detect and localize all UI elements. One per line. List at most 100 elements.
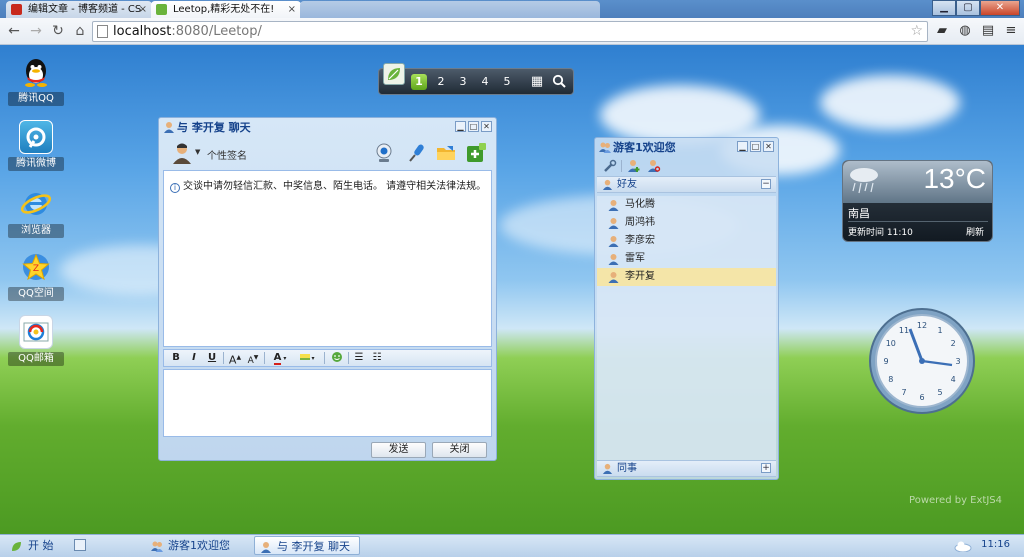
window-close-icon[interactable]: ✕ bbox=[980, 0, 1020, 16]
friend-item[interactable]: 李彦宏 bbox=[597, 232, 776, 250]
grid-icon[interactable]: ▦ bbox=[529, 74, 545, 90]
friend-item[interactable]: 马化腾 bbox=[597, 196, 776, 214]
desktop-icon-label: QQ邮箱 bbox=[8, 352, 64, 366]
browser-tab-blurred[interactable] bbox=[300, 1, 600, 18]
add-friend-icon[interactable] bbox=[627, 159, 641, 173]
minimize-icon[interactable]: ▁ bbox=[455, 121, 466, 132]
user-icon bbox=[608, 200, 619, 211]
collapse-icon[interactable]: − bbox=[761, 179, 771, 189]
workspace-page-2[interactable]: 2 bbox=[433, 74, 449, 90]
workspace-page-1[interactable]: 1 bbox=[411, 74, 427, 90]
forward-icon[interactable]: → bbox=[28, 23, 44, 39]
chevron-down-icon[interactable]: ▼ bbox=[195, 148, 200, 156]
home-icon[interactable]: ⌂ bbox=[72, 23, 88, 39]
workspace-page-3[interactable]: 3 bbox=[455, 74, 471, 90]
menu-icon[interactable]: ≡ bbox=[1003, 24, 1019, 38]
highlight-color-button[interactable]: ▾ bbox=[296, 351, 318, 365]
settings-wrench-icon[interactable] bbox=[603, 159, 617, 173]
close-icon[interactable]: ✕ bbox=[763, 141, 774, 152]
close-icon[interactable]: ✕ bbox=[481, 121, 492, 132]
friend-name: 李开复 bbox=[625, 271, 655, 282]
grow-font-button[interactable]: A▲ bbox=[228, 351, 242, 367]
ordered-list-icon[interactable]: ☰ bbox=[352, 351, 366, 365]
signature-text[interactable]: 个性签名 bbox=[207, 147, 247, 162]
clock-numeral: 5 bbox=[937, 388, 942, 397]
maximize-icon[interactable]: □ bbox=[468, 121, 479, 132]
friend-name: 周鸿祎 bbox=[625, 217, 655, 228]
message-input[interactable] bbox=[163, 369, 492, 437]
italic-button[interactable]: I bbox=[188, 351, 200, 365]
close-icon[interactable]: × bbox=[139, 1, 147, 18]
expand-icon[interactable]: + bbox=[761, 463, 771, 473]
desktop-icon-qzone[interactable]: Z QQ空间 bbox=[8, 250, 64, 301]
user-icon bbox=[608, 236, 619, 247]
desktop-icon-label: QQ空间 bbox=[8, 287, 64, 301]
desktop-icon-qq[interactable]: 腾讯QQ bbox=[8, 55, 64, 106]
group-header-friends[interactable]: 好友 − bbox=[597, 176, 776, 193]
emoji-icon bbox=[332, 352, 342, 362]
leaf-icon bbox=[12, 542, 21, 551]
chat-window-title[interactable]: 与 李开复 聊天 ▁ □ ✕ bbox=[159, 118, 496, 137]
leetop-logo-icon[interactable] bbox=[383, 63, 405, 85]
cloud-icon[interactable] bbox=[954, 540, 972, 552]
weather-city: 南昌 bbox=[848, 207, 870, 220]
font-color-button[interactable]: A ▾ bbox=[270, 351, 290, 365]
user-icon bbox=[608, 218, 619, 229]
taskbar-item-chat[interactable]: 与 李开复 聊天 bbox=[254, 536, 360, 555]
workspace-page-4[interactable]: 4 bbox=[477, 74, 493, 90]
workspace-page-5[interactable]: 5 bbox=[499, 74, 515, 90]
close-button[interactable]: 关闭 bbox=[432, 442, 487, 458]
minimize-icon[interactable]: ▁ bbox=[932, 0, 956, 16]
desktop-icon-qqmail[interactable]: QQ邮箱 bbox=[8, 315, 64, 366]
friend-item[interactable]: 雷军 bbox=[597, 250, 776, 268]
find-friend-icon[interactable] bbox=[647, 159, 661, 173]
show-desktop-icon[interactable] bbox=[74, 539, 86, 551]
start-button[interactable]: 开 始 bbox=[10, 537, 54, 555]
message-history[interactable]: i 交谈中请勿轻信汇款、中奖信息、陌生电话。 请遵守相关法律法规。 bbox=[163, 170, 492, 347]
bookmark-star-icon[interactable]: ☆ bbox=[910, 22, 923, 41]
friend-toolbar bbox=[597, 157, 776, 175]
info-icon: i bbox=[170, 183, 180, 193]
group-header-colleagues[interactable]: 同事 + bbox=[597, 460, 776, 477]
address-bar[interactable]: localhost:8080/Leetop/ ☆ bbox=[92, 21, 928, 42]
reload-icon[interactable]: ↻ bbox=[50, 23, 66, 39]
close-icon[interactable]: × bbox=[288, 1, 296, 18]
avatar[interactable] bbox=[171, 142, 193, 164]
taskbar-item-friends[interactable]: 游客1欢迎您 bbox=[146, 536, 251, 555]
maximize-icon[interactable]: □ bbox=[750, 141, 761, 152]
extension-icon[interactable]: ▰ bbox=[934, 24, 950, 38]
qq-penguin-icon bbox=[19, 55, 53, 89]
desktop-icon-browser[interactable]: 浏览器 bbox=[8, 187, 64, 238]
microphone-icon[interactable] bbox=[405, 142, 427, 164]
print-icon[interactable]: ▤ bbox=[980, 24, 996, 38]
taskbar: 开 始 游客1欢迎您 与 李开复 聊天 11:16 bbox=[0, 534, 1024, 557]
underline-button[interactable]: U bbox=[206, 351, 218, 365]
friend-item-selected[interactable]: 李开复 bbox=[597, 268, 776, 286]
minimize-icon[interactable]: ▁ bbox=[737, 141, 748, 152]
maximize-icon[interactable]: ▢ bbox=[956, 0, 980, 16]
rain-cloud-icon bbox=[850, 168, 878, 194]
add-app-icon[interactable] bbox=[465, 142, 487, 164]
folder-icon[interactable] bbox=[435, 142, 457, 164]
webcam-icon[interactable] bbox=[373, 142, 395, 164]
clock-numeral: 10 bbox=[886, 339, 896, 348]
bold-button[interactable]: B bbox=[170, 351, 182, 365]
emoji-button[interactable] bbox=[330, 351, 344, 365]
friend-name: 雷军 bbox=[625, 253, 645, 264]
back-icon[interactable]: ← bbox=[6, 23, 22, 39]
browser-tab-leetop[interactable]: Leetop,精彩无处不在! × bbox=[151, 1, 301, 18]
bullet-list-icon[interactable]: ☷ bbox=[370, 351, 384, 365]
send-button[interactable]: 发送 bbox=[371, 442, 426, 458]
browser-tab-csdn[interactable]: 编辑文章 - 博客频道 - CS × bbox=[6, 1, 152, 18]
shrink-font-button[interactable]: A▼ bbox=[246, 351, 260, 366]
friend-item[interactable]: 周鸿祎 bbox=[597, 214, 776, 232]
extension-icon[interactable]: ◍ bbox=[957, 24, 973, 38]
weather-refresh-button[interactable]: 刷新 bbox=[966, 225, 984, 238]
desktop-icon-weibo[interactable]: 腾讯微博 bbox=[8, 120, 64, 171]
url-host: localhost bbox=[113, 24, 172, 39]
clock-center bbox=[919, 358, 925, 364]
search-icon[interactable] bbox=[551, 74, 567, 90]
group-icon bbox=[602, 179, 613, 190]
friend-window-title[interactable]: 游客1欢迎您 ▁ □ ✕ bbox=[595, 138, 778, 157]
notice-text: i 交谈中请勿轻信汇款、中奖信息、陌生电话。 请遵守相关法律法规。 bbox=[170, 177, 486, 193]
